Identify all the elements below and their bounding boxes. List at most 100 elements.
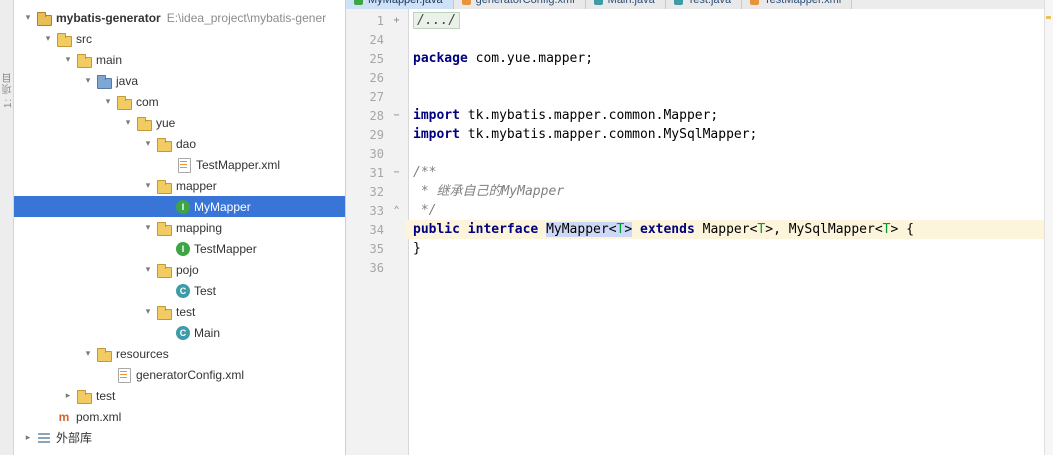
tab-MyMapper.java[interactable]: MyMapper.java [346,0,454,9]
tree-item-pom.xml[interactable]: m pom.xml [14,406,345,427]
code-text: package com.yue.mapper; [413,51,594,66]
tree-item-Main[interactable]: C Main [14,322,345,343]
warning-stripe-mark-icon[interactable] [1046,16,1051,19]
tab-label: Test.java [687,0,732,6]
code-text: } [413,241,421,256]
code-text: /.../ [405,11,1053,30]
chevron-right-icon[interactable]: ▸ [20,432,36,443]
chevron-down-icon[interactable]: ▾ [140,180,156,191]
chevron-down-icon[interactable]: ▾ [20,12,36,23]
tree-item-main[interactable]: ▾ main [14,49,345,70]
tree-item-resources[interactable]: ▾ resources [14,343,345,364]
chevron-down-icon[interactable]: ▾ [120,117,136,128]
tree-item-TestMapper[interactable]: I TestMapper [14,238,345,259]
folder-res-icon [96,346,112,362]
tree-item-pojo[interactable]: ▾ pojo [14,259,345,280]
code-text: */ [413,203,437,218]
tree-item-mybatis-generator[interactable]: ▾ mybatis-generator E:\idea_project\mybati… [14,7,345,28]
code-text: * 继承自己的MyMapper [413,184,565,199]
tree-item-java[interactable]: ▾ java [14,70,345,91]
code-line-25[interactable]: 25 package com.yue.mapper; [346,49,1053,68]
chevron-down-icon[interactable]: ▾ [40,33,56,44]
folder-icon [116,94,132,110]
tree-item-mapping[interactable]: ▾ mapping [14,217,345,238]
tree-item-com[interactable]: ▾ com [14,91,345,112]
tree-item-label: mapper [176,178,217,193]
maven-icon: m [58,409,70,424]
code-line-26[interactable]: 26 [346,68,1053,87]
fold-marker-icon[interactable]: − [388,167,405,178]
tree-item-label: java [116,73,139,88]
tree-item-label: 外部库 [56,431,93,445]
chevron-down-icon[interactable]: ▾ [100,96,116,107]
code-line-29[interactable]: 29 import tk.mybatis.mapper.common.MySqlM… [346,125,1053,144]
tab-label: TestMapper.xml [764,0,842,6]
tree-item-MyMapper[interactable]: I MyMapper [14,196,345,217]
tree-item-Test[interactable]: C Test [14,280,345,301]
tab-TestMapper.xml[interactable]: TestMapper.xml [742,0,853,9]
line-number: 25 [369,51,384,66]
code-line-28[interactable]: 28− import tk.mybatis.mapper.common.Mappe… [346,106,1053,125]
code-line-33[interactable]: 33 ⌃ */ [346,201,1053,220]
chevron-down-icon[interactable]: ▾ [140,306,156,317]
file-type-icon [750,0,760,5]
chevron-right-icon[interactable]: ▸ [60,390,76,401]
tab-Test.java[interactable]: Test.java [665,0,743,9]
code-line-35[interactable]: 35} [346,239,1053,258]
editor-scrollbar[interactable] [1044,0,1053,455]
tree-item-label: TestMapper.xml [196,157,281,172]
chevron-down-icon[interactable]: ▾ [140,138,156,149]
line-number: 24 [369,32,384,47]
tab-Main.java[interactable]: Main.java [585,0,666,9]
tree-item-label: Test [194,283,217,298]
code-line-30[interactable]: 30 [346,144,1053,163]
fold-marker-icon[interactable]: + [388,15,405,26]
tree-item-label: MyMapper [194,199,251,214]
chevron-down-icon[interactable]: ▾ [140,222,156,233]
code-line-32[interactable]: 32 * 继承自己的MyMapper [346,182,1053,201]
tree-item-mapper[interactable]: ▾ mapper [14,175,345,196]
code-line-1[interactable]: 1 +/.../ [346,11,1053,30]
chevron-down-icon[interactable]: ▾ [80,348,96,359]
code-line-27[interactable]: 27 [346,87,1053,106]
tree-item-label: test [96,388,116,403]
chevron-down-icon[interactable]: ▾ [60,54,76,65]
class-icon: C [176,325,190,340]
tree-item-test[interactable]: ▸ test [14,385,345,406]
tree-item-label: main [96,52,123,67]
folder-icon [76,388,92,404]
file-type-icon [593,0,603,5]
library-icon [36,430,52,446]
project-icon [36,10,52,26]
line-number: 28 [369,108,384,123]
fold-marker-icon[interactable]: ⌃ [388,205,405,216]
tree-item-label: mybatis-generator [56,10,161,25]
tree-item-label: pojo [176,262,199,277]
file-type-icon [461,0,471,5]
tree-item-TestMapper.xml[interactable]: TestMapper.xml [14,154,345,175]
chevron-down-icon[interactable]: ▾ [80,75,96,86]
tree-item-label: yue [156,115,176,130]
tree-item-label: test [176,304,196,319]
tree-item-label: dao [176,136,197,151]
tree-item-src[interactable]: ▾ src [14,28,345,49]
file-type-icon [673,0,683,5]
tab-generatorConfig.xml[interactable]: generatorConfig.xml [453,0,586,9]
code-line-24[interactable]: 24 [346,30,1053,49]
tree-item-yue[interactable]: ▾ yue [14,112,345,133]
tree-item-test[interactable]: ▾ test [14,301,345,322]
code-text: public interface MyMapper<T> extends Map… [405,220,1053,239]
tree-item-generatorConfig.xml[interactable]: generatorConfig.xml [14,364,345,385]
code-area[interactable]: 1 +/.../ 24 25 package com.yue.mapper; 26 27 28… [346,9,1053,455]
fold-marker-icon[interactable]: − [388,110,405,121]
tree-item-外部库[interactable]: ▸ 外部库 [14,427,345,448]
tree-item-dao[interactable]: ▾ dao [14,133,345,154]
file-type-icon [354,0,363,5]
code-line-34[interactable]: 34 public interface MyMapper<T> extends M… [346,220,1053,239]
code-line-31[interactable]: 31−/** [346,163,1053,182]
code-line-36[interactable]: 36 [346,258,1053,277]
chevron-down-icon[interactable]: ▾ [140,264,156,275]
